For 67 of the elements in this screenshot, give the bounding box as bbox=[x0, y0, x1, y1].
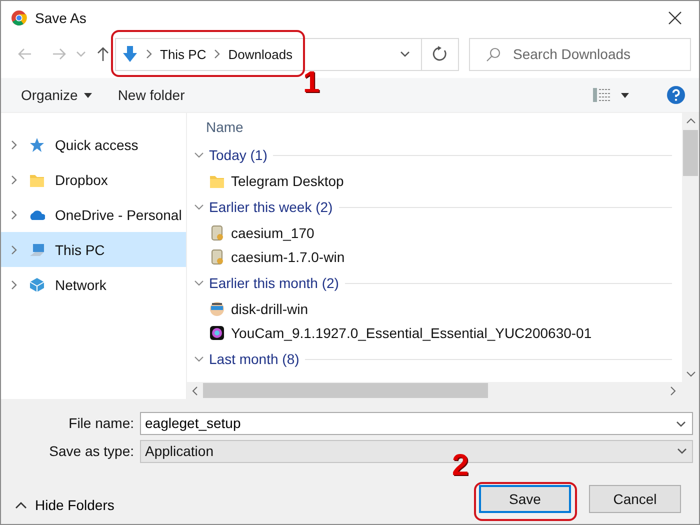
organize-menu[interactable]: Organize bbox=[13, 85, 100, 105]
address-bar[interactable]: This PC Downloads bbox=[115, 38, 421, 70]
search-field[interactable]: Search Downloads bbox=[469, 38, 691, 70]
up-arrow-icon[interactable] bbox=[95, 46, 111, 62]
group-header[interactable]: Today (1) bbox=[193, 147, 268, 163]
sidebar-item[interactable]: OneDrive - Personal bbox=[1, 197, 186, 232]
collapse-chevron-icon bbox=[193, 150, 205, 160]
chevron-icon bbox=[144, 48, 154, 60]
close-icon[interactable] bbox=[667, 10, 683, 26]
expand-chevron-icon[interactable] bbox=[9, 138, 19, 150]
expand-chevron-icon[interactable] bbox=[9, 278, 19, 290]
hide-folders-button[interactable]: Hide Folders bbox=[11, 495, 118, 515]
scroll-left-icon bbox=[191, 386, 199, 396]
collapse-chevron-icon bbox=[193, 202, 205, 212]
download-arrow-icon bbox=[122, 45, 138, 63]
file-item[interactable]: YouCam_9.1.1927.0_Essential_Essential_YUC200630-01 bbox=[193, 321, 592, 345]
group-header[interactable]: Earlier this week (2) bbox=[193, 199, 333, 215]
collapse-chevron-icon bbox=[193, 354, 205, 364]
breadcrumb[interactable]: This PC bbox=[160, 46, 206, 62]
computer-icon bbox=[29, 242, 45, 258]
help-icon[interactable] bbox=[667, 86, 685, 104]
archive-icon bbox=[209, 225, 225, 241]
field-label: File name: bbox=[68, 415, 135, 431]
folder-icon bbox=[209, 173, 225, 189]
file-item[interactable]: caesium_170 bbox=[193, 221, 314, 245]
view-options-icon[interactable] bbox=[593, 88, 611, 102]
group-header[interactable]: Last month (8) bbox=[193, 351, 300, 367]
caret-up-icon bbox=[15, 501, 27, 509]
star-icon bbox=[29, 136, 45, 152]
vertical-scrollbar[interactable] bbox=[682, 113, 699, 382]
breadcrumb[interactable]: Downloads bbox=[228, 46, 293, 62]
view-caret-icon[interactable] bbox=[621, 92, 629, 98]
scroll-thumb[interactable] bbox=[683, 130, 698, 176]
file-name-field[interactable]: eagleget_setup bbox=[140, 412, 693, 434]
browser-logo-icon bbox=[11, 10, 27, 26]
sidebar-item[interactable]: Network bbox=[1, 267, 186, 302]
refresh-icon[interactable] bbox=[432, 46, 448, 62]
expand-chevron-icon[interactable] bbox=[9, 244, 19, 256]
group-header[interactable]: Earlier this month (2) bbox=[193, 275, 339, 291]
scroll-down-icon bbox=[686, 370, 696, 378]
archive-icon bbox=[209, 249, 225, 265]
search-icon bbox=[485, 46, 501, 62]
scroll-up-icon bbox=[686, 117, 696, 125]
expand-chevron-icon[interactable] bbox=[9, 208, 19, 220]
scroll-thumb[interactable] bbox=[203, 383, 488, 398]
file-item[interactable]: caesium-1.7.0-win bbox=[193, 245, 345, 269]
expand-chevron-icon[interactable] bbox=[9, 174, 19, 186]
save-button[interactable]: Save bbox=[479, 485, 571, 513]
sidebar-item[interactable]: This PC bbox=[1, 232, 186, 267]
sidebar-item[interactable]: Dropbox bbox=[1, 162, 186, 197]
new-folder-button[interactable]: New folder bbox=[110, 85, 193, 105]
collapse-chevron-icon bbox=[193, 278, 205, 288]
step-number: 1 bbox=[303, 68, 320, 98]
sidebar-item[interactable]: Quick access bbox=[1, 127, 186, 162]
camera-app-icon bbox=[209, 325, 225, 341]
file-item[interactable]: Telegram Desktop bbox=[193, 169, 344, 193]
chevron-icon bbox=[212, 48, 222, 60]
dropdown-caret-icon bbox=[84, 92, 92, 98]
horizontal-scrollbar[interactable] bbox=[187, 382, 699, 399]
field-label: Save as type: bbox=[48, 443, 135, 459]
network-icon bbox=[29, 276, 45, 292]
scroll-right-icon bbox=[669, 386, 677, 396]
mascot-icon bbox=[209, 301, 225, 317]
cancel-button[interactable]: Cancel bbox=[589, 485, 681, 513]
file-item[interactable]: disk-drill-win bbox=[193, 297, 308, 321]
column-header[interactable]: Name bbox=[193, 113, 266, 141]
window-title: Save As bbox=[35, 10, 86, 26]
